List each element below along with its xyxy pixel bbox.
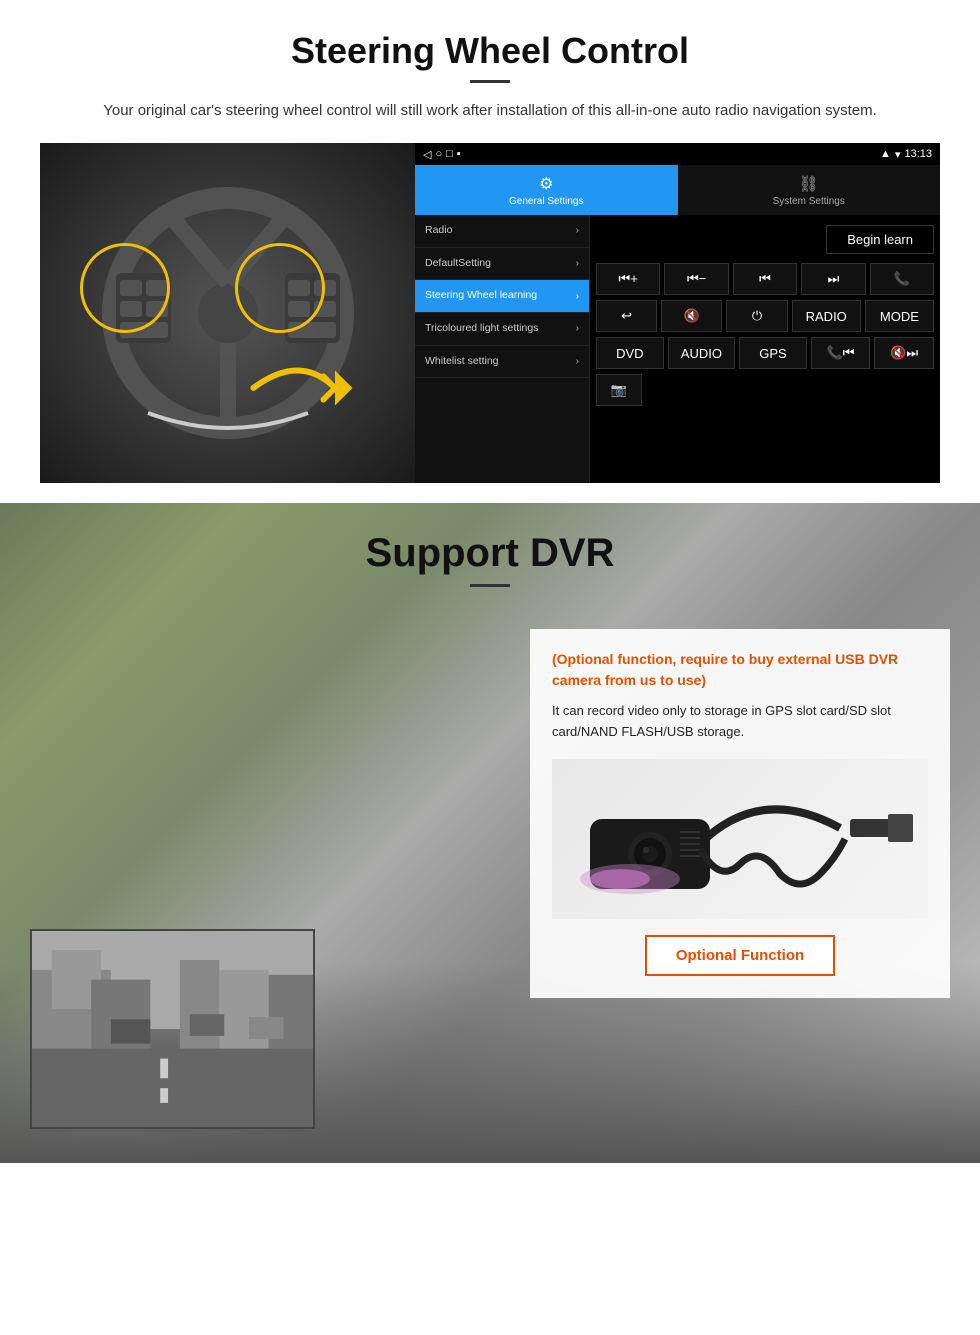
recents-icon: □ — [446, 148, 453, 160]
signal-icon: ▲ — [880, 148, 891, 160]
ctrl-audio[interactable]: AUDIO — [668, 337, 736, 369]
menu-item-defaultsetting[interactable]: DefaultSetting › — [415, 248, 589, 281]
steering-photo — [40, 143, 415, 483]
ctrl-phone[interactable]: 📞 — [870, 263, 934, 295]
ctrl-vol-down[interactable]: ⏮− — [664, 263, 728, 295]
ctrl-mute[interactable]: 🔇 — [661, 300, 722, 332]
android-panel: ◁ ○ □ ▪ ▲ ▾ 13:13 ⚙ General Settings ⛓ S… — [415, 143, 940, 483]
page-title: Steering Wheel Control — [40, 30, 940, 72]
highlight-left-circle — [80, 243, 170, 333]
android-tabs: ⚙ General Settings ⛓ System Settings — [415, 165, 940, 215]
menu-item-steering-wheel[interactable]: Steering Wheel learning › — [415, 280, 589, 313]
ctrl-phone-prev[interactable]: 📞⏮ — [811, 337, 871, 369]
android-menu: Radio › DefaultSetting › Steering Wheel … — [415, 215, 590, 483]
highlight-right-circle — [235, 243, 325, 333]
ctrl-gps[interactable]: GPS — [739, 337, 807, 369]
begin-learn-row: Begin learn — [596, 221, 934, 258]
control-row-1: ⏮+ ⏮− ⏮ ⏭ 📞 — [596, 263, 934, 295]
menu-item-whitelist[interactable]: Whitelist setting › — [415, 346, 589, 379]
tab-general-label: General Settings — [509, 196, 584, 207]
ctrl-prev-track[interactable]: ⏮ — [733, 263, 797, 295]
ctrl-next-track[interactable]: ⏭ — [801, 263, 865, 295]
status-time: 13:13 — [904, 148, 932, 160]
chevron-icon: › — [576, 258, 579, 269]
steering-composite: ◁ ○ □ ▪ ▲ ▾ 13:13 ⚙ General Settings ⛓ S… — [40, 143, 940, 483]
back-icon: ◁ — [423, 148, 431, 161]
ctrl-camera[interactable]: 📷 — [596, 374, 642, 406]
control-row-2: ↩ 🔇 ⏻ RADIO MODE — [596, 300, 934, 332]
menu-default-label: DefaultSetting — [425, 257, 491, 271]
chevron-icon: › — [576, 291, 579, 302]
android-controls: Begin learn ⏮+ ⏮− ⏮ ⏭ 📞 ↩ 🔇 ⏻ — [590, 215, 940, 483]
dvr-optional-note: (Optional function, require to buy exter… — [552, 649, 928, 691]
menu-steering-label: Steering Wheel learning — [425, 289, 537, 303]
android-statusbar: ◁ ○ □ ▪ ▲ ▾ 13:13 — [415, 143, 940, 165]
android-body: Radio › DefaultSetting › Steering Wheel … — [415, 215, 940, 483]
ctrl-dvd[interactable]: DVD — [596, 337, 664, 369]
home-icon: ○ — [435, 148, 442, 160]
chevron-icon: › — [576, 356, 579, 367]
ctrl-vol-up[interactable]: ⏮+ — [596, 263, 660, 295]
dvr-info-card: (Optional function, require to buy exter… — [530, 629, 950, 998]
menu-icon: ▪ — [457, 148, 461, 160]
ctrl-radio[interactable]: RADIO — [792, 300, 861, 332]
dvr-content: (Optional function, require to buy exter… — [0, 609, 980, 1129]
ctrl-power[interactable]: ⏻ — [726, 300, 787, 332]
tab-system-label: System Settings — [773, 196, 845, 207]
ctrl-mode[interactable]: MODE — [865, 300, 934, 332]
road-scene-icon — [32, 929, 313, 1129]
tab-system-settings[interactable]: ⛓ System Settings — [678, 165, 941, 215]
begin-learn-button[interactable]: Begin learn — [826, 225, 934, 254]
dvr-title-area: Support DVR — [0, 503, 980, 599]
section-subtitle: Your original car's steering wheel contr… — [80, 99, 900, 123]
control-row-4: 📷 — [596, 374, 934, 406]
gear-icon: ⚙ — [539, 174, 553, 194]
dvr-left-area — [30, 609, 510, 1129]
menu-item-radio[interactable]: Radio › — [415, 215, 589, 248]
dvr-section: Support DVR — [0, 503, 980, 1163]
title-divider — [470, 80, 510, 83]
ctrl-mute-next[interactable]: 🔇⏭ — [874, 337, 934, 369]
optional-function-button[interactable]: Optional Function — [645, 935, 835, 976]
tab-general-settings[interactable]: ⚙ General Settings — [415, 165, 678, 215]
menu-item-tricoloured[interactable]: Tricoloured light settings › — [415, 313, 589, 346]
dvr-description: It can record video only to storage in G… — [552, 701, 928, 743]
dvr-section-title: Support DVR — [0, 531, 980, 576]
dvr-camera-thumbnail — [30, 929, 315, 1129]
chevron-icon: › — [576, 225, 579, 236]
dvr-camera-product-image — [552, 759, 928, 919]
ctrl-back[interactable]: ↩ — [596, 300, 657, 332]
dvr-camera-device-icon — [560, 764, 920, 914]
menu-whitelist-label: Whitelist setting — [425, 355, 499, 369]
steering-section: Steering Wheel Control Your original car… — [0, 0, 980, 503]
system-icon: ⛓ — [799, 174, 819, 194]
dvr-title-divider — [470, 584, 510, 587]
menu-tricolour-label: Tricoloured light settings — [425, 322, 538, 336]
control-row-3: DVD AUDIO GPS 📞⏮ 🔇⏭ — [596, 337, 934, 369]
chevron-icon: › — [576, 323, 579, 334]
wifi-icon: ▾ — [895, 148, 901, 161]
menu-radio-label: Radio — [425, 224, 452, 238]
arrow-icon — [240, 353, 360, 423]
dvr-camera-view-inner — [32, 931, 313, 1127]
